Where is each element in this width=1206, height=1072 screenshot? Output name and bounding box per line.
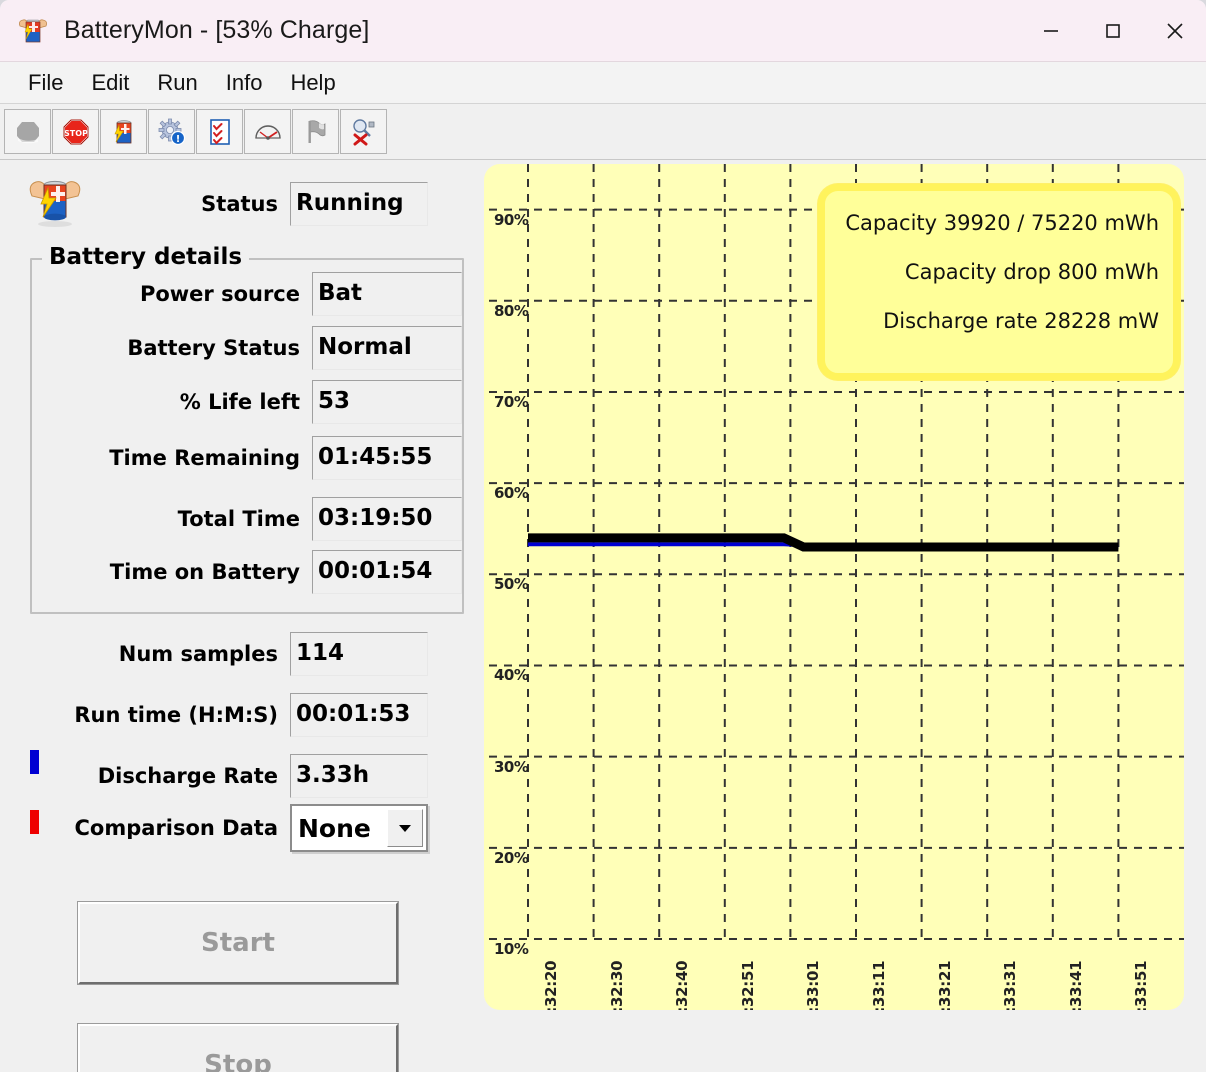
- x-axis-tick-label: 12:32:51: [738, 960, 757, 1010]
- y-axis-tick-label: 40%: [494, 666, 529, 685]
- time-remaining-label: Time Remaining: [109, 446, 300, 470]
- annotation-line-capacity-drop: Capacity drop 800 mWh: [904, 260, 1159, 284]
- toolbar-checklist-button[interactable]: [196, 109, 243, 154]
- x-axis-tick-label: 12:32:20: [542, 960, 560, 1010]
- gauge-icon: [253, 117, 283, 147]
- battery-status-label: Battery Status: [127, 336, 300, 360]
- close-button[interactable]: [1144, 0, 1206, 61]
- battery-icon: [109, 117, 139, 147]
- main-body: Status Running Battery details Power sou…: [0, 160, 1206, 1072]
- time-on-battery-label: Time on Battery: [109, 560, 300, 584]
- x-axis-tick-label: 12:33:01: [804, 960, 823, 1010]
- battery-status-field: Normal: [312, 326, 462, 370]
- power-source-label: Power source: [139, 282, 300, 306]
- total-time-label: Total Time: [177, 507, 300, 531]
- time-remaining-field: 01:45:55: [312, 436, 462, 480]
- total-time-row: Total Time 03:19:50: [44, 497, 464, 541]
- gear-info-icon: !: [157, 117, 187, 147]
- title-bar: BatteryMon - [53% Charge]: [0, 0, 1206, 62]
- stop-sign-icon: STOP: [61, 117, 91, 147]
- battery-status-row: Battery Status Normal: [44, 326, 464, 370]
- comparison-row: Comparison Data None: [0, 804, 450, 852]
- num-samples-field: 114: [290, 632, 428, 676]
- annotation-line-capacity: Capacity 39920 / 75220 mWh: [845, 211, 1159, 235]
- app-icon: [16, 14, 50, 48]
- discharge-rate-label: Discharge Rate: [97, 764, 278, 788]
- y-axis-tick-label: 70%: [494, 392, 529, 411]
- time-on-battery-field: 00:01:54: [312, 550, 462, 594]
- x-axis-tick-label: 12:33:11: [870, 960, 888, 1010]
- status-row: Status Running: [0, 182, 452, 226]
- svg-text:STOP: STOP: [64, 129, 88, 138]
- y-axis-tick-label: 80%: [494, 301, 529, 320]
- y-axis-tick-label: 60%: [494, 484, 529, 503]
- start-button[interactable]: Start: [77, 901, 399, 985]
- toolbar: STOP !: [0, 104, 1206, 160]
- toolbar-record-button[interactable]: [4, 109, 51, 154]
- time-remaining-row: Time Remaining 01:45:55: [44, 436, 464, 480]
- record-circle-icon: [13, 117, 43, 147]
- toolbar-flag-button[interactable]: [292, 109, 339, 154]
- power-source-row: Power source Bat: [44, 272, 464, 316]
- minimize-button[interactable]: [1020, 0, 1082, 61]
- y-axis-tick-label: 30%: [494, 757, 529, 776]
- battery-details-title: Battery details: [42, 244, 250, 270]
- menu-item-file[interactable]: File: [14, 68, 77, 98]
- total-time-field: 03:19:50: [312, 497, 462, 541]
- menu-item-run[interactable]: Run: [143, 68, 211, 98]
- maximize-button[interactable]: [1082, 0, 1144, 61]
- num-samples-row: Num samples 114: [0, 632, 450, 676]
- x-axis-tick-label: 12:32:30: [607, 960, 626, 1010]
- y-axis-tick-label: 90%: [494, 210, 529, 229]
- life-left-label: % Life left: [179, 390, 300, 414]
- run-time-label: Run time (H:M:S): [74, 703, 278, 727]
- menu-item-edit[interactable]: Edit: [77, 68, 143, 98]
- y-axis-tick-label: 20%: [494, 848, 529, 867]
- discharge-rate-row: Discharge Rate 3.33h: [0, 754, 450, 798]
- y-axis-tick-label: 50%: [494, 575, 529, 594]
- stop-button[interactable]: Stop: [77, 1023, 399, 1072]
- batterymon-window: BatteryMon - [53% Charge] File Edit Run …: [0, 0, 1206, 1072]
- discharge-rate-field: 3.33h: [290, 754, 428, 798]
- toolbar-diagnostics-button[interactable]: [340, 109, 387, 154]
- left-panel: Status Running Battery details Power sou…: [0, 160, 480, 1072]
- comparison-label: Comparison Data: [74, 816, 278, 840]
- window-controls: [1020, 0, 1206, 61]
- toolbar-battery-button[interactable]: [100, 109, 147, 154]
- comparison-select[interactable]: None: [290, 804, 428, 852]
- annotation-line-discharge-rate: Discharge rate 28228 mW: [883, 309, 1159, 333]
- life-left-row: % Life left 53: [44, 380, 464, 424]
- toolbar-gauge-button[interactable]: [244, 109, 291, 154]
- chart-panel: 90% 80% 70% 60% 50% 40% 30% 20% 10% 12:32:20 12:32…: [482, 160, 1192, 1072]
- menu-item-help[interactable]: Help: [276, 68, 349, 98]
- power-source-field: Bat: [312, 272, 462, 316]
- chevron-down-icon[interactable]: [387, 809, 423, 847]
- time-on-battery-row: Time on Battery 00:01:54: [44, 550, 464, 594]
- toolbar-stop-button[interactable]: STOP: [52, 109, 99, 154]
- flag-icon: [301, 117, 331, 147]
- x-axis-tick-label: 12:33:41: [1066, 960, 1085, 1010]
- svg-text:!: !: [175, 134, 180, 145]
- checklist-icon: [205, 117, 235, 147]
- menu-bar: File Edit Run Info Help: [0, 62, 1206, 104]
- comparison-selected-value: None: [298, 813, 371, 843]
- x-axis-tick-label: 12:33:31: [1001, 960, 1020, 1010]
- x-axis-tick-label: 12:33:51: [1132, 960, 1151, 1010]
- num-samples-label: Num samples: [118, 642, 278, 666]
- run-time-row: Run time (H:M:S) 00:01:53: [0, 693, 450, 737]
- diagnostics-delete-icon: [349, 117, 379, 147]
- menu-item-info[interactable]: Info: [212, 68, 277, 98]
- x-axis-tick-label: 12:32:40: [673, 960, 692, 1010]
- y-axis-tick-label: 10%: [494, 940, 529, 958]
- life-left-field: 53: [312, 380, 462, 424]
- toolbar-settings-button[interactable]: !: [148, 109, 195, 154]
- status-label: Status: [201, 192, 278, 216]
- chart-annotation-box: Capacity 39920 / 75220 mWh Capacity drop…: [818, 184, 1180, 380]
- run-time-field: 00:01:53: [290, 693, 428, 737]
- status-field: Running: [290, 182, 428, 226]
- window-title: BatteryMon - [53% Charge]: [64, 16, 370, 44]
- x-axis-tick-label: 12:33:21: [935, 960, 954, 1010]
